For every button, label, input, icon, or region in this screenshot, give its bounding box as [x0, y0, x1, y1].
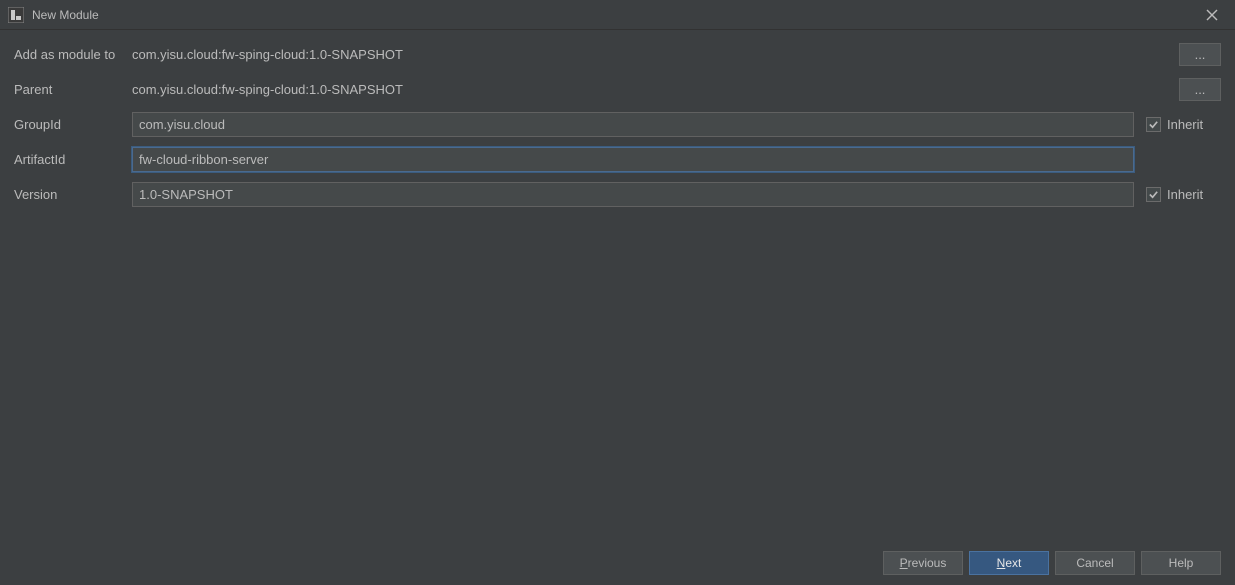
title-bar: New Module — [0, 0, 1235, 30]
cancel-button[interactable]: Cancel — [1055, 551, 1135, 575]
row-groupid: GroupId Inherit — [14, 112, 1221, 137]
form-content: Add as module to com.yisu.cloud:fw-sping… — [0, 30, 1235, 229]
row-version: Version Inherit — [14, 182, 1221, 207]
next-button[interactable]: Next — [969, 551, 1049, 575]
browse-add-as-module-button[interactable]: ... — [1179, 43, 1221, 66]
inherit-version-checkbox[interactable] — [1146, 187, 1161, 202]
artifactid-input[interactable] — [132, 147, 1134, 172]
help-button[interactable]: Help — [1141, 551, 1221, 575]
check-icon — [1148, 189, 1159, 200]
window-title: New Module — [32, 8, 99, 22]
check-icon — [1148, 119, 1159, 130]
app-icon — [8, 7, 24, 23]
label-add-as-module: Add as module to — [14, 47, 132, 62]
groupid-input[interactable] — [132, 112, 1134, 137]
inherit-groupid-checkbox[interactable] — [1146, 117, 1161, 132]
close-icon — [1206, 9, 1218, 21]
footer-buttons: Previous Next Cancel Help — [883, 551, 1221, 575]
inherit-version-wrap: Inherit — [1146, 187, 1218, 202]
close-button[interactable] — [1197, 0, 1227, 30]
row-artifactid: ArtifactId — [14, 147, 1221, 172]
label-parent: Parent — [14, 82, 132, 97]
label-version: Version — [14, 187, 132, 202]
inherit-version-label: Inherit — [1167, 187, 1203, 202]
label-artifactid: ArtifactId — [14, 152, 132, 167]
label-groupid: GroupId — [14, 117, 132, 132]
inherit-groupid-label: Inherit — [1167, 117, 1203, 132]
browse-parent-button[interactable]: ... — [1179, 78, 1221, 101]
row-add-as-module: Add as module to com.yisu.cloud:fw-sping… — [14, 42, 1221, 67]
previous-button[interactable]: Previous — [883, 551, 963, 575]
row-parent: Parent com.yisu.cloud:fw-sping-cloud:1.0… — [14, 77, 1221, 102]
value-add-as-module: com.yisu.cloud:fw-sping-cloud:1.0-SNAPSH… — [132, 47, 1135, 62]
version-input[interactable] — [132, 182, 1134, 207]
inherit-groupid-wrap: Inherit — [1146, 117, 1218, 132]
value-parent: com.yisu.cloud:fw-sping-cloud:1.0-SNAPSH… — [132, 82, 1135, 97]
